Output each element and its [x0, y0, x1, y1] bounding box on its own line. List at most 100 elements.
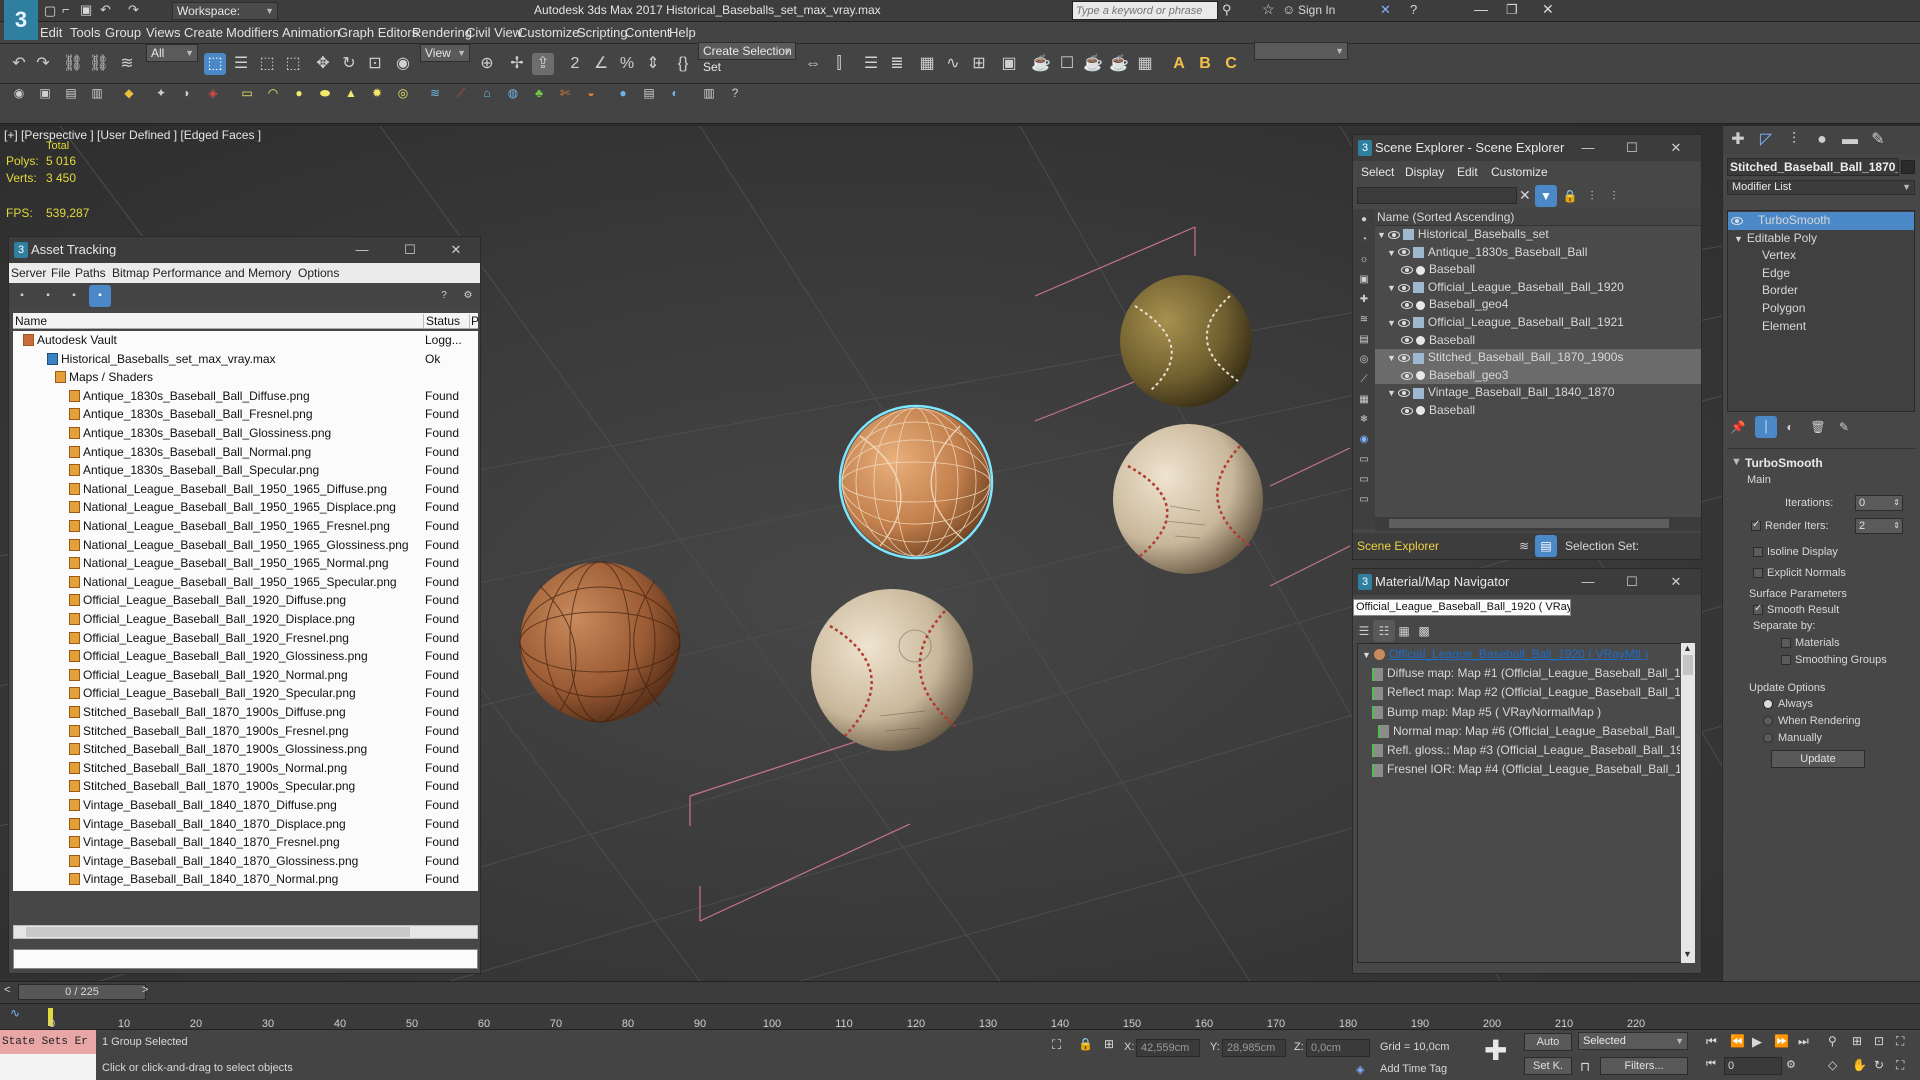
update-button[interactable]: Update: [1771, 750, 1865, 768]
display-groups-icon[interactable]: ▤: [1353, 329, 1375, 351]
maximize-icon[interactable]: ☐: [397, 240, 423, 260]
vray-frame-buffer-icon[interactable]: ●: [612, 82, 634, 104]
y-coordinate-field[interactable]: 28,985cm: [1222, 1039, 1286, 1057]
light-sun-icon[interactable]: ✹: [366, 82, 388, 104]
visibility-eye-icon[interactable]: [1397, 389, 1410, 398]
text-tool-a-icon[interactable]: A: [1168, 53, 1190, 75]
scene-tree-item[interactable]: Baseball: [1375, 261, 1701, 279]
workspace-dropdown[interactable]: Workspace: Default▼: [172, 2, 278, 34]
vray-clipper-icon[interactable]: ♣: [528, 82, 550, 104]
light-sphere-icon[interactable]: ●: [288, 82, 310, 104]
display-xrefs-icon[interactable]: ◎: [1353, 349, 1375, 371]
time-slider-next-icon[interactable]: >: [142, 984, 148, 996]
smooth-result-checkbox[interactable]: Smooth Result: [1753, 603, 1839, 616]
motion-tab-icon[interactable]: ●: [1811, 129, 1833, 151]
angle-snap-icon[interactable]: ∠: [590, 53, 612, 75]
modifier-stack-item[interactable]: TurboSmooth: [1728, 212, 1914, 230]
selection-set-icon[interactable]: ▤: [1535, 535, 1557, 557]
key-filters-button[interactable]: Filters...: [1600, 1057, 1688, 1075]
extra-toolbar-dropdown[interactable]: ▼: [1254, 42, 1348, 60]
exchange-icon[interactable]: ✕: [1380, 2, 1391, 18]
undo-icon[interactable]: ↶: [100, 2, 111, 18]
hierarchy-tab-icon[interactable]: ⫶: [1783, 129, 1805, 151]
render-setup-icon[interactable]: ☕: [1030, 53, 1052, 75]
auto-key-button[interactable]: Auto: [1524, 1033, 1572, 1051]
selection-filter-dropdown[interactable]: All ▼: [146, 44, 198, 62]
help-icon[interactable]: ?: [433, 285, 455, 307]
z-coordinate-field[interactable]: 0,0cm: [1306, 1039, 1370, 1057]
asset-row[interactable]: Official_League_Baseball_Ball_1920_Diffu…: [13, 591, 478, 610]
render-iterative-icon[interactable]: ☕: [1108, 53, 1130, 75]
align-icon[interactable]: ⫿: [828, 53, 850, 75]
close-icon[interactable]: ✕: [1663, 572, 1689, 592]
display-geometry-icon[interactable]: ●: [1353, 209, 1375, 231]
light-mesh-icon[interactable]: ⬬: [314, 82, 336, 104]
place-icon[interactable]: ◉: [392, 53, 414, 75]
search-field[interactable]: [1072, 1, 1218, 20]
object-name-field[interactable]: Stitched_Baseball_Ball_1870_1: [1727, 158, 1899, 176]
layer-sort-icon[interactable]: ⫶: [1603, 185, 1625, 207]
menu-bitmap-performance[interactable]: Bitmap Performance and Memory: [112, 266, 291, 280]
scale-icon[interactable]: ⊡: [364, 53, 386, 75]
maxscript-input[interactable]: [0, 1054, 96, 1080]
utilities-tab-icon[interactable]: ✎: [1867, 129, 1889, 151]
scrollbar-thumb[interactable]: [26, 927, 410, 937]
iterations-spinner[interactable]: 0 ⇕: [1855, 495, 1903, 511]
x-coordinate-field[interactable]: 42,559cm: [1136, 1039, 1200, 1057]
asset-row[interactable]: National_League_Baseball_Ball_1950_1965_…: [13, 517, 478, 536]
select-manipulate-icon[interactable]: ✢: [506, 53, 528, 75]
menu-create[interactable]: Create: [184, 25, 223, 40]
scrollbar-thumb[interactable]: [1683, 655, 1693, 675]
menu-scripting[interactable]: Scripting: [577, 25, 628, 40]
text-tool-b-icon[interactable]: B: [1194, 53, 1216, 75]
material-tree-item[interactable]: Fresnel IOR: Map #4 (Official_League_Bas…: [1358, 761, 1680, 779]
keyboard-shortcut-override-icon[interactable]: ⇪: [532, 53, 554, 75]
display-spacewarps-icon[interactable]: ≋: [1353, 309, 1375, 331]
view-list-icon[interactable]: ☰: [1353, 620, 1375, 642]
menu-file[interactable]: File: [51, 266, 70, 280]
material-tree-item[interactable]: Reflect map: Map #2 (Official_League_Bas…: [1358, 684, 1680, 702]
shelf-tool-3-icon[interactable]: ▤: [60, 82, 82, 104]
pivot-center-icon[interactable]: ⊕: [476, 53, 498, 75]
asset-row[interactable]: Official_League_Baseball_Ball_1920_Norma…: [13, 666, 478, 685]
menu-group[interactable]: Group: [105, 25, 141, 40]
visibility-eye-icon[interactable]: [1397, 318, 1410, 327]
light-ambient-icon[interactable]: ◎: [392, 82, 414, 104]
layers-icon[interactable]: ≋: [1513, 535, 1535, 557]
asset-row[interactable]: National_League_Baseball_Ball_1950_1965_…: [13, 498, 478, 517]
view-list-icons-icon[interactable]: ☷: [1373, 620, 1395, 642]
search-input[interactable]: [1073, 2, 1215, 19]
minimize-icon[interactable]: —: [1575, 572, 1601, 592]
scene-tree-item[interactable]: Baseball_geo3: [1375, 366, 1701, 385]
zoom-all-icon[interactable]: ⊞: [1852, 1034, 1862, 1048]
create-tab-icon[interactable]: ✚: [1727, 129, 1749, 151]
menu-rendering[interactable]: Rendering: [412, 25, 472, 40]
key-mode-icon[interactable]: ⊓: [1580, 1059, 1590, 1075]
pin-stack-icon[interactable]: 📌: [1727, 416, 1749, 438]
asset-row[interactable]: Official_League_Baseball_Ball_1920_Specu…: [13, 684, 478, 703]
material-tree-scrollbar[interactable]: ▲ ▼: [1681, 643, 1695, 963]
menu-customize[interactable]: Customize: [518, 25, 579, 40]
display-hidden-icon[interactable]: ◉: [1353, 429, 1375, 451]
scene-explorer-toggle-icon[interactable]: ☰: [860, 53, 882, 75]
visibility-eye-icon[interactable]: [1397, 283, 1410, 292]
asset-row[interactable]: Vintage_Baseball_Ball_1840_1870_Displace…: [13, 815, 478, 834]
display-helpers-icon[interactable]: ✚: [1353, 289, 1375, 311]
vray-proxy-icon[interactable]: ≋: [424, 82, 446, 104]
go-to-start-icon[interactable]: ⏮: [1706, 1034, 1717, 1049]
move-icon[interactable]: ✥: [312, 53, 334, 75]
track-bar[interactable]: ∿ 0 10 20 30 40 50 60 70 80 90 100 110 120 130 140 150 1…: [0, 1003, 1920, 1030]
checkout-icon[interactable]: ▪: [37, 285, 59, 307]
asset-row[interactable]: Stitched_Baseball_Ball_1870_1900s_Fresne…: [13, 722, 478, 741]
asset-horizontal-scrollbar[interactable]: [13, 925, 478, 939]
minimize-icon[interactable]: —: [1575, 138, 1601, 158]
rectangular-selection-icon[interactable]: ⬚: [256, 53, 278, 75]
display-invert-icon[interactable]: ▭: [1353, 489, 1375, 511]
menu-content[interactable]: Content: [625, 25, 671, 40]
menu-modifiers[interactable]: Modifiers: [226, 25, 279, 40]
display-frozen-icon[interactable]: ❄: [1353, 409, 1375, 431]
asset-row[interactable]: Antique_1830s_Baseball_Ball_Diffuse.png F…: [13, 387, 478, 406]
view-small-icons-icon[interactable]: ▦: [1393, 620, 1415, 642]
open-file-icon[interactable]: ⌐: [62, 2, 70, 17]
display-shapes-icon[interactable]: ◔: [1353, 229, 1375, 251]
